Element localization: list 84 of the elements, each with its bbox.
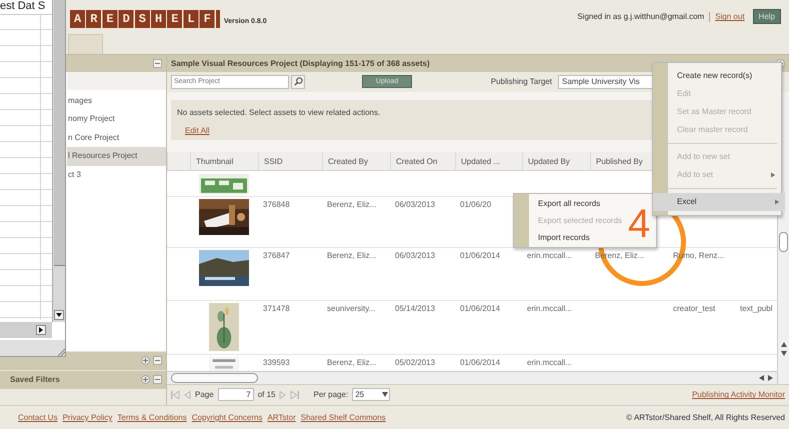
- signed-in-text: Signed in as g.j.witthun@gmail.com: [577, 12, 704, 22]
- table-cell: 371478: [263, 304, 290, 313]
- add-icon[interactable]: [141, 356, 150, 366]
- step-number: 4: [628, 207, 650, 241]
- per-page-select[interactable]: 25: [352, 388, 390, 402]
- scroll-down-icon[interactable]: [54, 310, 64, 320]
- add-icon[interactable]: [141, 375, 150, 384]
- scrollbar-thumb[interactable]: [171, 372, 258, 383]
- copyright-text: © ARTstor/Shared Shelf, All Rights Reserved: [626, 412, 785, 422]
- table-cell: 06/03/2013: [395, 250, 436, 260]
- table-cell: creator_test: [673, 304, 716, 313]
- scroll-down-icon[interactable]: [780, 350, 786, 357]
- table-cell: Berenz, Eliz...: [327, 200, 376, 209]
- table-cell: 05/02/2013: [395, 358, 436, 367]
- page-field[interactable]: 7: [218, 388, 254, 402]
- scroll-up-icon[interactable]: [780, 342, 786, 348]
- page-count: of 15: [258, 390, 276, 400]
- footer-link[interactable]: Shared Shelf Commons: [300, 412, 386, 422]
- per-page-label: Per page:: [313, 390, 348, 400]
- column-header[interactable]: Created On: [396, 156, 438, 166]
- table-cell: erin.mccall...: [527, 358, 572, 367]
- table-cell: 01/06/2014: [460, 358, 500, 367]
- collapse-icon[interactable]: [153, 375, 162, 384]
- menu-item[interactable]: Excel: [653, 193, 785, 211]
- search-icon: [294, 77, 302, 86]
- table-cell: 376848: [263, 200, 290, 209]
- scroll-right-icon[interactable]: [768, 374, 774, 381]
- menu-item[interactable]: Create new record(s): [653, 67, 781, 85]
- publishing-monitor-link[interactable]: Publishing Activity Monitor: [692, 390, 785, 400]
- submenu-arrow-icon: [775, 199, 780, 205]
- publishing-target-select[interactable]: Sample University Vis: [558, 74, 655, 89]
- edit-all-link[interactable]: Edit All: [185, 126, 210, 135]
- notice-text: No assets selected. Select assets to view related actions.: [177, 108, 380, 117]
- footer-link[interactable]: Contact Us: [18, 412, 58, 422]
- help-button[interactable]: Help: [752, 9, 781, 24]
- table-cell: erin.mccall...: [527, 304, 572, 313]
- table-cell: seuniversity...: [327, 304, 376, 313]
- panel-title: Sample Visual Resources Project (Displaying 151-175 of 368 assets): [171, 58, 430, 68]
- page-label: Page: [195, 390, 214, 400]
- footer-link[interactable]: Privacy Policy: [62, 412, 112, 422]
- project-item[interactable]: l Resources Project: [67, 147, 166, 166]
- table-cell: 01/06/2014: [460, 250, 500, 260]
- table-cell: 376847: [263, 250, 290, 260]
- resize-grip-icon[interactable]: [56, 347, 65, 356]
- table-cell: 06/03/2013: [395, 200, 436, 209]
- table-cell: 05/14/2013: [395, 304, 436, 313]
- collapse-icon[interactable]: [153, 58, 162, 68]
- column-header[interactable]: Updated ...: [461, 156, 500, 166]
- submenu-arrow-icon: [771, 172, 776, 178]
- table-cell: text_publ: [740, 304, 772, 313]
- column-header[interactable]: Published By: [596, 156, 643, 166]
- table-cell: erin.mccall...: [527, 250, 572, 260]
- project-item[interactable]: nomy Project: [67, 110, 166, 129]
- menu-item[interactable]: Import records: [538, 229, 590, 246]
- dropdown-caret-icon[interactable]: [382, 392, 388, 398]
- horizontal-scrollbar[interactable]: [0, 322, 52, 338]
- search-button[interactable]: [291, 74, 305, 89]
- table-cell: 339593: [263, 358, 290, 367]
- column-header[interactable]: SSID: [264, 156, 283, 166]
- project-item[interactable]: n Core Project: [67, 128, 166, 148]
- horizontal-scrollbar[interactable]: [167, 370, 777, 384]
- project-item[interactable]: mages: [67, 92, 166, 110]
- column-header[interactable]: Thumbnail: [196, 156, 234, 166]
- table-cell: Berenz, Eliz...: [327, 250, 376, 260]
- sign-out-link[interactable]: Sign out: [715, 12, 745, 22]
- project-item[interactable]: ct 3: [67, 166, 166, 184]
- panel-title: Saved Filters: [10, 375, 60, 384]
- column-header: est Dat S: [0, 0, 46, 12]
- publishing-target-label: Publishing Target: [490, 77, 552, 86]
- table-cell: 01/06/2014: [460, 304, 500, 313]
- column-header[interactable]: Created By: [328, 156, 368, 166]
- footer-link[interactable]: Copyright Concerns: [192, 412, 262, 422]
- table-cell: Berenz, Eliz...: [327, 358, 376, 367]
- scrollbar-thumb[interactable]: [779, 232, 788, 252]
- menu-item[interactable]: Export all records: [538, 195, 600, 212]
- collapse-icon[interactable]: [153, 356, 162, 366]
- scrollbar-thumb[interactable]: [54, 0, 64, 266]
- footer-link[interactable]: ARTstor: [267, 412, 296, 422]
- table-cell: 01/06/20: [460, 200, 492, 209]
- scroll-left-icon[interactable]: [759, 374, 765, 381]
- column-header[interactable]: Updated By: [528, 156, 570, 166]
- vertical-scrollbar[interactable]: [52, 0, 65, 322]
- scroll-right-icon[interactable]: [36, 325, 46, 335]
- footer-link[interactable]: Terms & Conditions: [117, 412, 187, 422]
